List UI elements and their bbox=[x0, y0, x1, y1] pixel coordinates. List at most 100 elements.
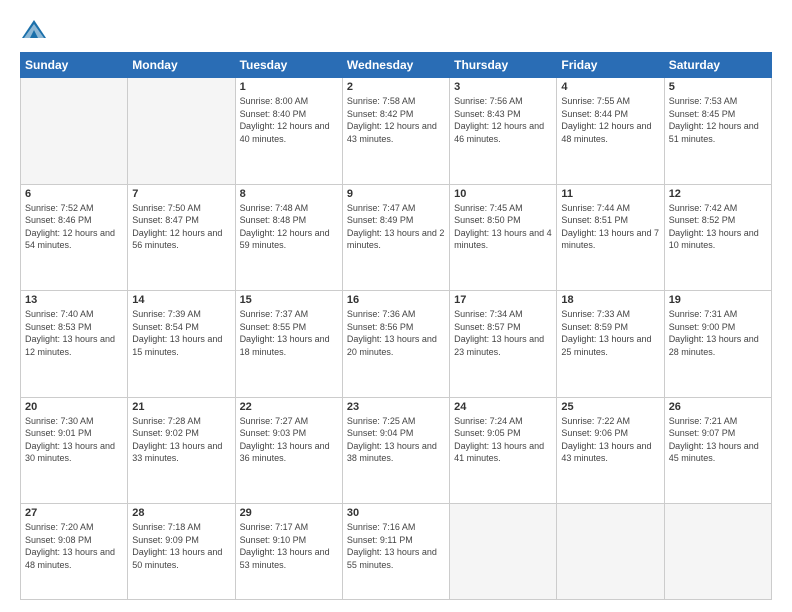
calendar-cell: 22 Sunrise: 7:27 AM Sunset: 9:03 PM Dayli… bbox=[235, 397, 342, 504]
day-info: Sunrise: 7:27 AM Sunset: 9:03 PM Dayligh… bbox=[240, 415, 338, 465]
day-number: 24 bbox=[454, 401, 552, 413]
logo-icon bbox=[20, 16, 48, 44]
day-number: 12 bbox=[669, 188, 767, 200]
day-info: Sunrise: 7:39 AM Sunset: 8:54 PM Dayligh… bbox=[132, 308, 230, 358]
day-number: 22 bbox=[240, 401, 338, 413]
day-info: Sunrise: 7:34 AM Sunset: 8:57 PM Dayligh… bbox=[454, 308, 552, 358]
calendar-cell: 26Sunrise: 7:21 AM Sunset: 9:07 PM Dayli… bbox=[664, 397, 771, 504]
day-number: 8 bbox=[240, 188, 338, 200]
day-number: 16 bbox=[347, 294, 445, 306]
day-number: 25 bbox=[561, 401, 659, 413]
day-info: Sunrise: 7:45 AM Sunset: 8:50 PM Dayligh… bbox=[454, 202, 552, 252]
calendar-cell: 25 Sunrise: 7:22 AM Sunset: 9:06 PM Dayli… bbox=[557, 397, 664, 504]
calendar-cell: 6 Sunrise: 7:52 AM Sunset: 8:46 PM Daylig… bbox=[21, 184, 128, 291]
calendar-header: SundayMondayTuesdayWednesdayThursdayFrid… bbox=[21, 53, 772, 78]
day-info: Sunrise: 7:55 AM Sunset: 8:44 PM Dayligh… bbox=[561, 95, 659, 145]
day-number: 23 bbox=[347, 401, 445, 413]
day-number: 18 bbox=[561, 294, 659, 306]
day-info: Sunrise: 7:52 AM Sunset: 8:46 PM Dayligh… bbox=[25, 202, 123, 252]
day-info: Sunrise: 7:37 AM Sunset: 8:55 PM Dayligh… bbox=[240, 308, 338, 358]
day-number: 17 bbox=[454, 294, 552, 306]
calendar-cell bbox=[557, 504, 664, 600]
day-number: 6 bbox=[25, 188, 123, 200]
day-number: 9 bbox=[347, 188, 445, 200]
day-info: Sunrise: 7:53 AM Sunset: 8:45 PM Dayligh… bbox=[669, 95, 767, 145]
calendar-cell: 2 Sunrise: 7:58 AM Sunset: 8:42 PM Daylig… bbox=[342, 78, 449, 185]
calendar-cell: 8 Sunrise: 7:48 AM Sunset: 8:48 PM Daylig… bbox=[235, 184, 342, 291]
days-header-row: SundayMondayTuesdayWednesdayThursdayFrid… bbox=[21, 53, 772, 78]
day-number: 26 bbox=[669, 401, 767, 413]
day-of-week-header: Tuesday bbox=[235, 53, 342, 78]
day-info: Sunrise: 7:20 AM Sunset: 9:08 PM Dayligh… bbox=[25, 521, 123, 571]
calendar-row: 1 Sunrise: 8:00 AM Sunset: 8:40 PM Daylig… bbox=[21, 78, 772, 185]
day-of-week-header: Wednesday bbox=[342, 53, 449, 78]
day-info: Sunrise: 7:30 AM Sunset: 9:01 PM Dayligh… bbox=[25, 415, 123, 465]
day-info: Sunrise: 8:00 AM Sunset: 8:40 PM Dayligh… bbox=[240, 95, 338, 145]
calendar-cell: 14 Sunrise: 7:39 AM Sunset: 8:54 PM Dayli… bbox=[128, 291, 235, 398]
calendar-cell: 3 Sunrise: 7:56 AM Sunset: 8:43 PM Daylig… bbox=[450, 78, 557, 185]
calendar-cell: 13Sunrise: 7:40 AM Sunset: 8:53 PM Dayli… bbox=[21, 291, 128, 398]
day-number: 7 bbox=[132, 188, 230, 200]
calendar-row: 13Sunrise: 7:40 AM Sunset: 8:53 PM Dayli… bbox=[21, 291, 772, 398]
calendar-row: 27 Sunrise: 7:20 AM Sunset: 9:08 PM Dayli… bbox=[21, 504, 772, 600]
day-number: 1 bbox=[240, 81, 338, 93]
calendar-cell: 11 Sunrise: 7:44 AM Sunset: 8:51 PM Dayli… bbox=[557, 184, 664, 291]
calendar-cell bbox=[450, 504, 557, 600]
day-info: Sunrise: 7:47 AM Sunset: 8:49 PM Dayligh… bbox=[347, 202, 445, 252]
day-number: 30 bbox=[347, 507, 445, 519]
calendar-cell: 21 Sunrise: 7:28 AM Sunset: 9:02 PM Dayli… bbox=[128, 397, 235, 504]
day-number: 15 bbox=[240, 294, 338, 306]
calendar-table: SundayMondayTuesdayWednesdayThursdayFrid… bbox=[20, 52, 772, 600]
calendar-cell: 30Sunrise: 7:16 AM Sunset: 9:11 PM Dayli… bbox=[342, 504, 449, 600]
day-info: Sunrise: 7:33 AM Sunset: 8:59 PM Dayligh… bbox=[561, 308, 659, 358]
day-number: 10 bbox=[454, 188, 552, 200]
day-info: Sunrise: 7:40 AM Sunset: 8:53 PM Dayligh… bbox=[25, 308, 123, 358]
day-info: Sunrise: 7:22 AM Sunset: 9:06 PM Dayligh… bbox=[561, 415, 659, 465]
day-number: 11 bbox=[561, 188, 659, 200]
day-info: Sunrise: 7:18 AM Sunset: 9:09 PM Dayligh… bbox=[132, 521, 230, 571]
calendar-cell bbox=[664, 504, 771, 600]
page: SundayMondayTuesdayWednesdayThursdayFrid… bbox=[0, 0, 792, 612]
day-number: 29 bbox=[240, 507, 338, 519]
day-info: Sunrise: 7:44 AM Sunset: 8:51 PM Dayligh… bbox=[561, 202, 659, 252]
day-info: Sunrise: 7:25 AM Sunset: 9:04 PM Dayligh… bbox=[347, 415, 445, 465]
day-number: 14 bbox=[132, 294, 230, 306]
calendar-cell: 9 Sunrise: 7:47 AM Sunset: 8:49 PM Daylig… bbox=[342, 184, 449, 291]
calendar-cell bbox=[21, 78, 128, 185]
day-number: 27 bbox=[25, 507, 123, 519]
calendar-cell: 10 Sunrise: 7:45 AM Sunset: 8:50 PM Dayli… bbox=[450, 184, 557, 291]
calendar-row: 6 Sunrise: 7:52 AM Sunset: 8:46 PM Daylig… bbox=[21, 184, 772, 291]
day-number: 3 bbox=[454, 81, 552, 93]
day-info: Sunrise: 7:17 AM Sunset: 9:10 PM Dayligh… bbox=[240, 521, 338, 571]
calendar-cell: 29 Sunrise: 7:17 AM Sunset: 9:10 PM Dayli… bbox=[235, 504, 342, 600]
calendar-cell: 1 Sunrise: 8:00 AM Sunset: 8:40 PM Daylig… bbox=[235, 78, 342, 185]
day-info: Sunrise: 7:58 AM Sunset: 8:42 PM Dayligh… bbox=[347, 95, 445, 145]
logo bbox=[20, 16, 52, 44]
day-info: Sunrise: 7:28 AM Sunset: 9:02 PM Dayligh… bbox=[132, 415, 230, 465]
calendar-body: 1 Sunrise: 8:00 AM Sunset: 8:40 PM Daylig… bbox=[21, 78, 772, 600]
day-number: 19 bbox=[669, 294, 767, 306]
calendar-cell: 16 Sunrise: 7:36 AM Sunset: 8:56 PM Dayli… bbox=[342, 291, 449, 398]
calendar-cell: 7Sunrise: 7:50 AM Sunset: 8:47 PM Daylig… bbox=[128, 184, 235, 291]
day-number: 2 bbox=[347, 81, 445, 93]
day-number: 21 bbox=[132, 401, 230, 413]
calendar-cell: 12 Sunrise: 7:42 AM Sunset: 8:52 PM Dayli… bbox=[664, 184, 771, 291]
calendar-row: 20Sunrise: 7:30 AM Sunset: 9:01 PM Dayli… bbox=[21, 397, 772, 504]
calendar-cell: 17 Sunrise: 7:34 AM Sunset: 8:57 PM Dayli… bbox=[450, 291, 557, 398]
day-of-week-header: Friday bbox=[557, 53, 664, 78]
calendar-cell: 18 Sunrise: 7:33 AM Sunset: 8:59 PM Dayli… bbox=[557, 291, 664, 398]
calendar-cell: 5 Sunrise: 7:53 AM Sunset: 8:45 PM Daylig… bbox=[664, 78, 771, 185]
day-info: Sunrise: 7:36 AM Sunset: 8:56 PM Dayligh… bbox=[347, 308, 445, 358]
day-info: Sunrise: 7:48 AM Sunset: 8:48 PM Dayligh… bbox=[240, 202, 338, 252]
day-number: 5 bbox=[669, 81, 767, 93]
calendar-cell: 19Sunrise: 7:31 AM Sunset: 9:00 PM Dayli… bbox=[664, 291, 771, 398]
calendar-cell: 24 Sunrise: 7:24 AM Sunset: 9:05 PM Dayli… bbox=[450, 397, 557, 504]
day-number: 4 bbox=[561, 81, 659, 93]
day-of-week-header: Thursday bbox=[450, 53, 557, 78]
calendar-cell bbox=[128, 78, 235, 185]
calendar-cell: 27 Sunrise: 7:20 AM Sunset: 9:08 PM Dayli… bbox=[21, 504, 128, 600]
day-info: Sunrise: 7:42 AM Sunset: 8:52 PM Dayligh… bbox=[669, 202, 767, 252]
day-info: Sunrise: 7:56 AM Sunset: 8:43 PM Dayligh… bbox=[454, 95, 552, 145]
day-of-week-header: Sunday bbox=[21, 53, 128, 78]
day-info: Sunrise: 7:24 AM Sunset: 9:05 PM Dayligh… bbox=[454, 415, 552, 465]
